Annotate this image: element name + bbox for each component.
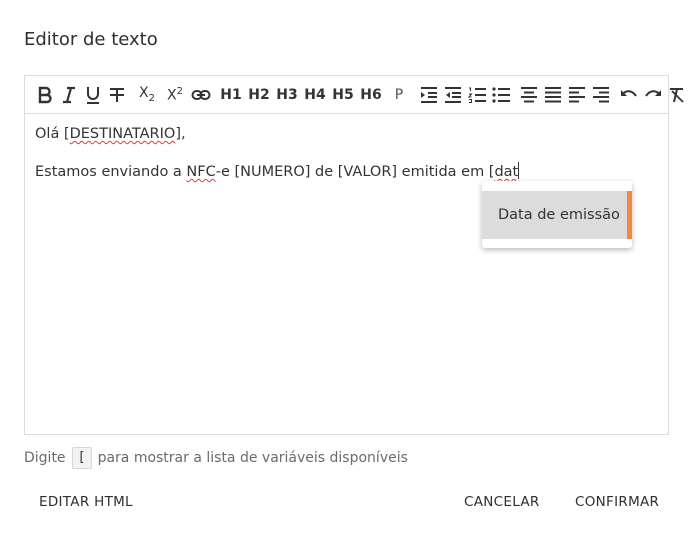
variable-destinatario: DESTINATARIO (69, 126, 176, 142)
heading-1-button[interactable]: H1 (218, 82, 244, 108)
clear-format-icon (670, 87, 684, 103)
outdent-button[interactable] (442, 82, 464, 108)
editor-toolbar: X2 X2 H1 H2 H3 H4 H5 H6 P (25, 76, 684, 114)
heading-5-button[interactable]: H5 (330, 82, 356, 108)
bullet-list-button[interactable] (490, 82, 512, 108)
greeting-prefix: Olá [ (35, 126, 70, 142)
redo-icon (645, 89, 661, 97)
redo-button[interactable] (642, 82, 664, 108)
align-center-button[interactable] (518, 82, 540, 108)
heading-6-button[interactable]: H6 (358, 82, 384, 108)
ordered-list-icon (467, 86, 486, 103)
align-center-icon (521, 86, 537, 102)
subscript-button[interactable]: X2 (134, 82, 160, 108)
bold-button[interactable] (34, 82, 56, 108)
paragraph-button[interactable]: P (386, 82, 412, 108)
align-left-icon (569, 86, 585, 102)
message-text-2: -e [NUMERO] de [VALOR] emitida em [ (215, 164, 495, 180)
bullet-list-icon (492, 86, 510, 103)
variable-hint: Digite [ para mostrar a lista de variáve… (24, 447, 408, 469)
typed-variable: dat (494, 164, 519, 180)
link-button[interactable] (190, 82, 212, 108)
superscript-button[interactable]: X2 (162, 82, 188, 108)
strikethrough-button[interactable] (106, 82, 128, 108)
align-justify-icon (545, 86, 561, 102)
text-editor-dialog: Editor de texto X2 X2 H1 H2 H3 H4 H5 H6 … (0, 0, 695, 536)
content-line-message: Estamos enviando a NFC-e [NUMERO] de [VA… (35, 162, 520, 180)
align-right-button[interactable] (590, 82, 612, 108)
autocomplete-option-data-de-emissao[interactable]: Data de emissão (482, 191, 632, 239)
rich-text-editor: X2 X2 H1 H2 H3 H4 H5 H6 P Olá [DESTINATA… (24, 75, 684, 435)
cancel-button[interactable]: CANCELAR (464, 490, 540, 514)
variable-autocomplete: Data de emissão (482, 181, 632, 248)
dialog-title: Editor de texto (24, 29, 158, 50)
strikethrough-icon (110, 87, 124, 102)
subscript-icon: X2 (139, 85, 155, 104)
undo-icon (621, 89, 637, 97)
clear-format-button[interactable] (666, 82, 688, 108)
indent-button[interactable] (418, 82, 440, 108)
heading-2-button[interactable]: H2 (246, 82, 272, 108)
ordered-list-button[interactable] (466, 82, 488, 108)
text-caret (518, 162, 520, 179)
underline-icon (87, 86, 99, 104)
underline-button[interactable] (82, 82, 104, 108)
outdent-icon (445, 86, 461, 103)
message-text-1: Estamos enviando a (35, 164, 187, 180)
link-icon (191, 89, 211, 100)
hint-text-before: Digite (24, 450, 66, 466)
heading-4-button[interactable]: H4 (302, 82, 328, 108)
confirm-button[interactable]: CONFIRMAR (575, 490, 659, 514)
italic-icon (63, 86, 75, 103)
hint-text-after: para mostrar a lista de variáveis dispon… (97, 450, 408, 466)
greeting-suffix: ], (175, 126, 186, 142)
heading-3-button[interactable]: H3 (274, 82, 300, 108)
bold-icon (38, 86, 52, 103)
align-left-button[interactable] (566, 82, 588, 108)
undo-button[interactable] (618, 82, 640, 108)
content-line-greeting: Olá [DESTINATARIO], (35, 126, 186, 142)
indent-icon (421, 86, 437, 103)
align-justify-button[interactable] (542, 82, 564, 108)
superscript-icon: X2 (167, 85, 183, 104)
message-nfc: NFC (186, 164, 216, 180)
italic-button[interactable] (58, 82, 80, 108)
edit-html-button[interactable]: EDITAR HTML (39, 490, 133, 514)
align-right-icon (593, 86, 609, 102)
hint-key-badge: [ (71, 447, 92, 469)
